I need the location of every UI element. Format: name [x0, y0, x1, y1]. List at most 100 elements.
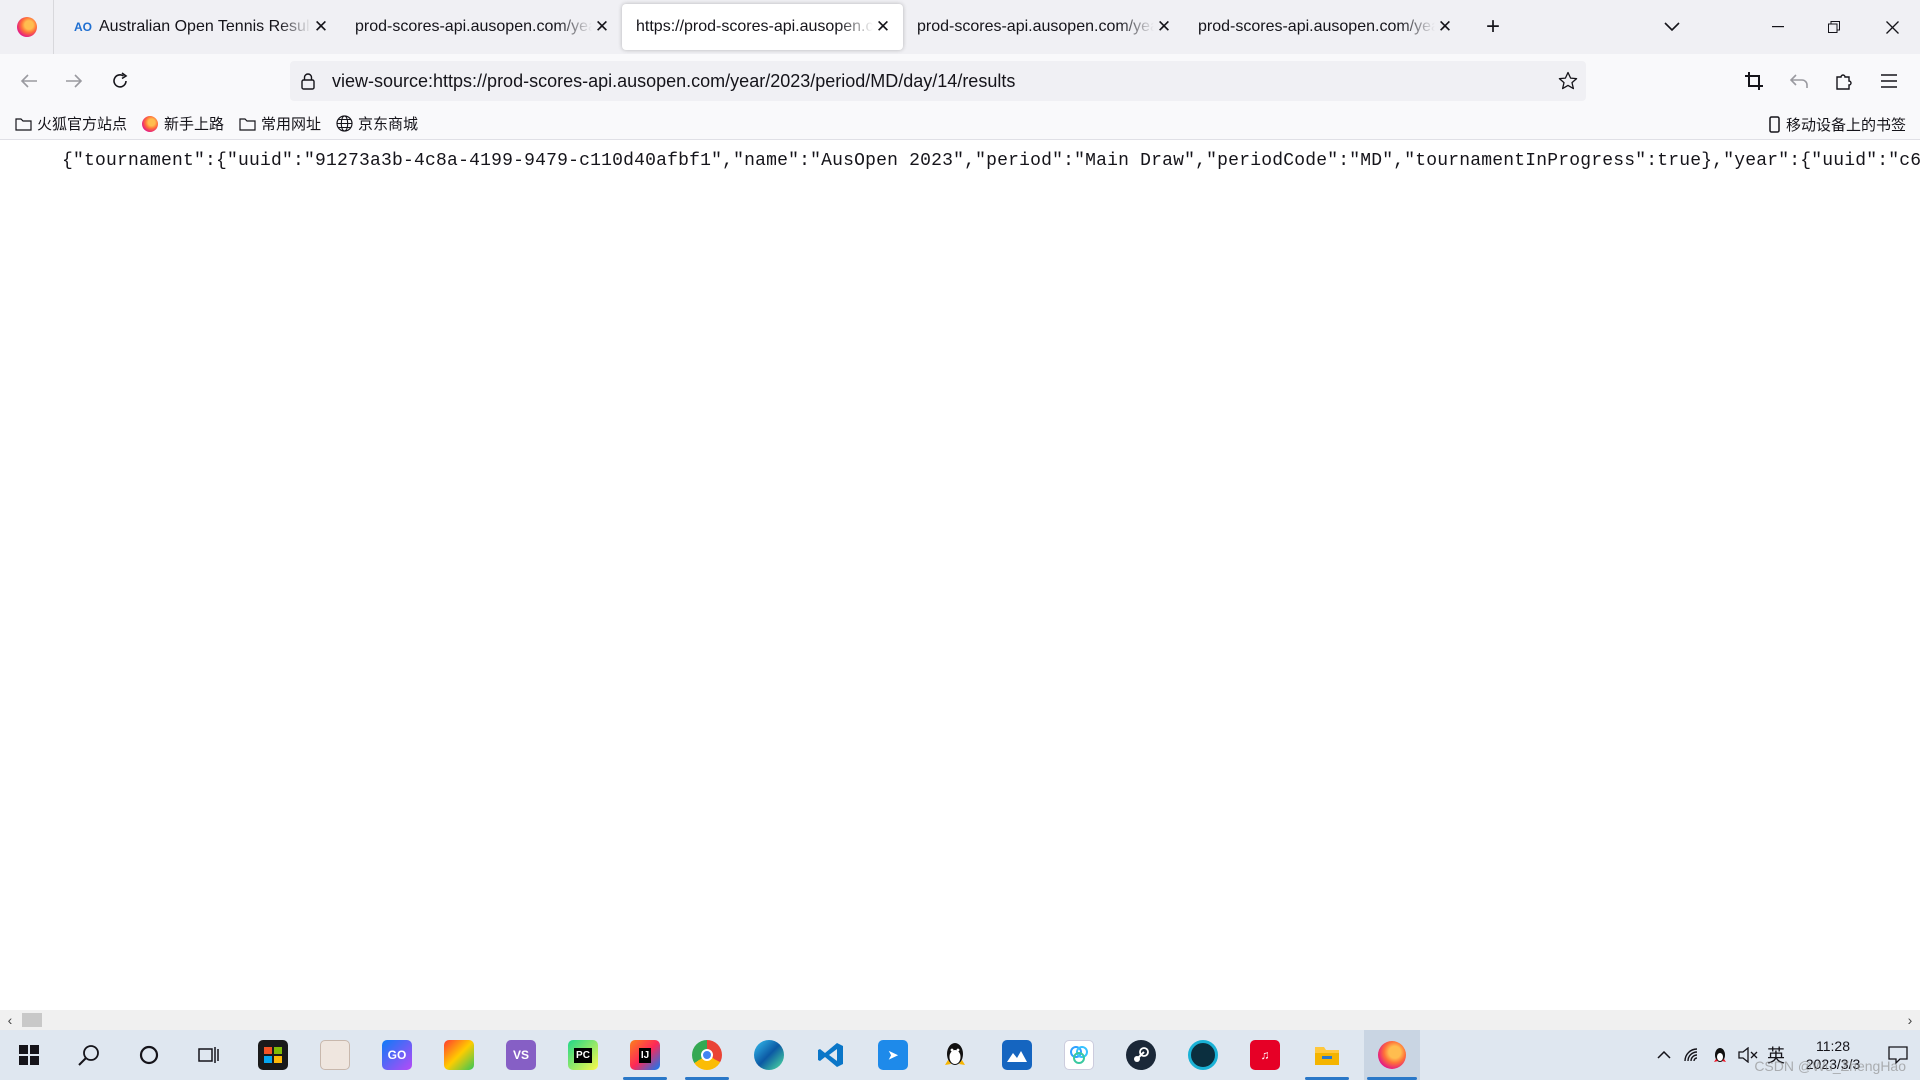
music-icon: ♫ [1250, 1040, 1280, 1070]
taskbar-netease-music-app[interactable]: ♫ [1240, 1030, 1290, 1080]
scroll-right-arrow-icon[interactable]: › [1902, 1012, 1918, 1028]
taskbar-edge-app[interactable] [744, 1030, 794, 1080]
back-button[interactable] [11, 63, 47, 99]
taskbar-pycharm-app[interactable]: PC [558, 1030, 608, 1080]
qq-tray-icon[interactable] [1706, 1030, 1734, 1080]
lock-icon[interactable] [298, 71, 318, 91]
mountain-photo-icon [1002, 1040, 1032, 1070]
minimize-button[interactable] [1750, 0, 1806, 54]
restore-icon [1828, 21, 1840, 33]
taskbar-file-explorer-app[interactable] [1302, 1030, 1352, 1080]
taskbar-app[interactable] [1178, 1030, 1228, 1080]
chevron-up-icon[interactable] [1650, 1030, 1678, 1080]
firefox-icon [1378, 1041, 1406, 1069]
start-button[interactable] [4, 1030, 54, 1080]
close-window-button[interactable] [1864, 0, 1920, 54]
visual-studio-icon: VS [506, 1040, 536, 1070]
firefox-view-button[interactable] [0, 0, 54, 54]
screenshot-button[interactable] [1736, 63, 1772, 99]
taskbar-steam-app[interactable] [1116, 1030, 1166, 1080]
page-content: {"tournament":{"uuid":"91273a3b-4c8a-419… [0, 141, 1920, 1010]
address-bar[interactable]: view-source:https://prod-scores-api.auso… [290, 61, 1586, 101]
taskbar-anime-app[interactable] [310, 1030, 360, 1080]
task-view-icon [198, 1047, 219, 1063]
new-tab-button[interactable]: + [1473, 7, 1513, 47]
intellij-icon: IJ [630, 1040, 660, 1070]
bookmark-item[interactable]: 新手上路 [141, 112, 224, 136]
ao-favicon-icon: AO [74, 20, 92, 34]
taskbar-goland-app[interactable]: GO [372, 1030, 422, 1080]
anime-avatar-icon [320, 1040, 350, 1070]
taskbar-chrome-app[interactable] [682, 1030, 732, 1080]
tab-title: prod-scores-api.ausopen.com/year/2023 [355, 18, 592, 35]
globe-icon [335, 115, 353, 133]
close-icon[interactable]: ✕ [1154, 17, 1174, 37]
close-icon[interactable]: ✕ [592, 17, 612, 37]
folder-icon [1312, 1040, 1342, 1070]
undo-button[interactable] [1781, 63, 1817, 99]
cortana-button[interactable] [124, 1030, 174, 1080]
folder-icon [14, 115, 32, 133]
taskbar-firefox-app[interactable] [1364, 1030, 1420, 1080]
reload-button[interactable] [102, 63, 138, 99]
crop-icon [1745, 72, 1763, 90]
tab-active[interactable]: https://prod-scores-api.ausopen.com ✕ [622, 4, 903, 50]
windows-logo-icon [19, 1045, 39, 1065]
scroll-left-arrow-icon[interactable]: ‹ [2, 1012, 18, 1028]
wifi-icon[interactable] [1678, 1030, 1706, 1080]
tab-title: prod-scores-api.ausopen.com/year/2023 [1198, 18, 1435, 35]
undo-icon [1790, 74, 1808, 88]
restore-button[interactable] [1806, 0, 1862, 54]
tab[interactable]: prod-scores-api.ausopen.com/year/2023 ✕ [341, 4, 622, 50]
app-menu-button[interactable] [1871, 63, 1907, 99]
close-icon[interactable]: ✕ [873, 17, 893, 37]
bookmark-item[interactable]: 京东商城 [335, 112, 418, 136]
plus-icon: + [1485, 13, 1500, 40]
tab-list: AO Australian Open Tennis Results ✕ prod… [54, 0, 1513, 54]
taskbar-vscode-app[interactable] [806, 1030, 856, 1080]
chevron-down-icon [1664, 22, 1680, 32]
taskbar-feishu-app[interactable]: ➤ [868, 1030, 918, 1080]
puzzle-icon [1836, 74, 1852, 90]
task-view-button[interactable] [184, 1030, 234, 1080]
edge-icon [754, 1040, 784, 1070]
list-all-tabs-button[interactable] [1656, 12, 1688, 42]
tab[interactable]: prod-scores-api.ausopen.com/year/2023 ✕ [903, 4, 1184, 50]
reload-icon [113, 72, 128, 88]
taskbar-intellij-app[interactable]: IJ [620, 1030, 670, 1080]
clock-time: 11:28 [1816, 1038, 1850, 1054]
vscode-icon [816, 1040, 846, 1070]
taskbar-baidu-netdisk-app[interactable] [1054, 1030, 1104, 1080]
goland-icon: GO [382, 1040, 412, 1070]
horizontal-scrollbar[interactable]: ‹ › [0, 1010, 1920, 1030]
tab-title: prod-scores-api.ausopen.com/year/2023 [917, 18, 1154, 35]
tab[interactable]: AO Australian Open Tennis Results ✕ [60, 4, 341, 50]
bookmark-star-icon[interactable] [1558, 71, 1578, 91]
taskbar-visual-studio-app[interactable]: VS [496, 1030, 546, 1080]
taskbar-app[interactable] [434, 1030, 484, 1080]
close-icon[interactable]: ✕ [1435, 17, 1455, 37]
windows-taskbar: GO VS PC IJ ➤ ♫ 英 11:28 2023/3/3 CSDN @W… [0, 1030, 1920, 1080]
store-bag-icon [258, 1040, 288, 1070]
view-source-text[interactable]: {"tournament":{"uuid":"91273a3b-4c8a-419… [62, 151, 1920, 171]
bookmark-item[interactable]: 常用网址 [238, 112, 321, 136]
tab[interactable]: prod-scores-api.ausopen.com/year/2023 ✕ [1184, 4, 1465, 50]
cortana-circle-icon [139, 1045, 159, 1065]
bookmark-label: 移动设备上的书签 [1785, 116, 1906, 134]
colorful-app-icon [444, 1040, 474, 1070]
taskbar-photos-app[interactable] [992, 1030, 1042, 1080]
folder-icon [238, 115, 256, 133]
scrollbar-thumb[interactable] [22, 1013, 42, 1027]
taskbar-store-app[interactable] [248, 1030, 298, 1080]
taskbar-qq-app[interactable] [930, 1030, 980, 1080]
mobile-bookmarks-item[interactable]: 移动设备上的书签 [1769, 112, 1906, 136]
url-text[interactable]: view-source:https://prod-scores-api.auso… [332, 71, 1015, 92]
search-button[interactable] [64, 1030, 114, 1080]
paper-plane-icon: ➤ [878, 1040, 908, 1070]
forward-button[interactable] [56, 63, 92, 99]
firefox-icon [141, 115, 159, 133]
close-icon[interactable]: ✕ [311, 17, 331, 37]
cloud-icon [1064, 1040, 1094, 1070]
extensions-button[interactable] [1826, 63, 1862, 99]
bookmark-item[interactable]: 火狐官方站点 [14, 112, 127, 136]
